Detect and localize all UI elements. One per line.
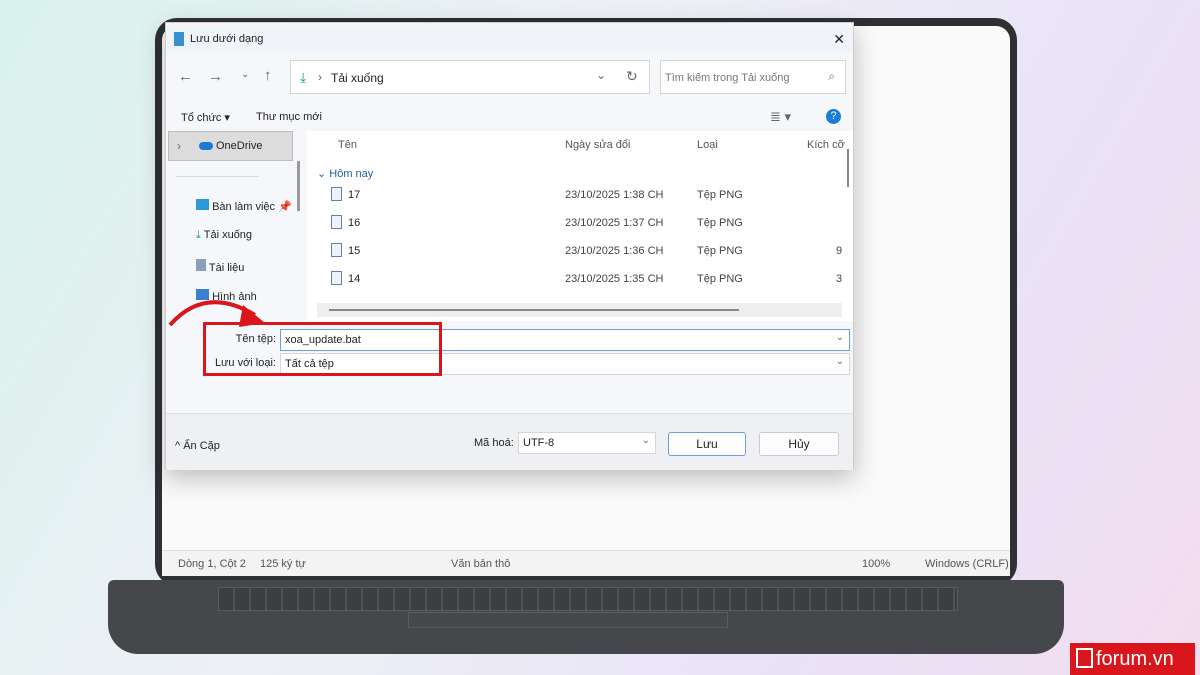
close-icon[interactable]: ✕ bbox=[833, 25, 845, 53]
desktop-icon bbox=[196, 199, 209, 210]
png-file-icon bbox=[331, 215, 342, 229]
file-type: Tệp PNG bbox=[697, 189, 743, 201]
up-icon[interactable]: ↑ bbox=[264, 67, 272, 84]
brand-logo: forum.vn bbox=[1070, 643, 1195, 675]
file-size: 9 bbox=[836, 245, 843, 257]
notepad-icon bbox=[174, 32, 184, 46]
group-label: Hôm nay bbox=[329, 168, 374, 180]
vertical-scrollbar[interactable] bbox=[847, 149, 849, 187]
horizontal-scrollbar[interactable] bbox=[317, 303, 842, 317]
path-dropdown-icon[interactable]: ⌄ bbox=[596, 68, 606, 82]
address-bar[interactable]: ⤓ › Tải xuống ⌄ ↻ bbox=[290, 60, 650, 94]
hide-folders-label: Ẩn Cặp bbox=[183, 440, 220, 452]
encoding-value: UTF-8 bbox=[523, 437, 555, 449]
nav-scrollbar[interactable] bbox=[297, 161, 300, 211]
file-type: Tệp PNG bbox=[697, 273, 743, 285]
sidebar-item-label: Tải xuống bbox=[203, 229, 253, 241]
column-headers: Tên Ngày sửa đổi Loại Kích cỡ bbox=[307, 131, 853, 159]
file-name: 17 bbox=[348, 189, 361, 201]
organize-label: Tổ chức bbox=[181, 112, 222, 124]
zoom-level[interactable]: 100% bbox=[862, 558, 890, 570]
file-name: 14 bbox=[348, 273, 361, 285]
divider bbox=[176, 176, 259, 177]
line-ending[interactable]: Windows (CRLF) bbox=[925, 558, 1009, 570]
file-row[interactable]: 16 23/10/2025 1:37 CH Tệp PNG bbox=[307, 211, 847, 235]
organize-menu[interactable]: Tổ chức ▾ bbox=[181, 111, 230, 124]
save-button[interactable]: Lưu bbox=[668, 432, 746, 456]
file-date: 23/10/2025 1:37 CH bbox=[565, 217, 664, 229]
file-list: Tên Ngày sửa đổi Loại Kích cỡ ⌄ Hôm nay … bbox=[307, 131, 853, 321]
forward-icon[interactable]: → bbox=[208, 68, 223, 85]
file-type: Tệp PNG bbox=[697, 217, 743, 229]
file-name: 15 bbox=[348, 245, 361, 257]
sidebar-item-desktop[interactable]: Bàn làm việc 📌 bbox=[196, 199, 296, 213]
column-size[interactable]: Kích cỡ bbox=[807, 139, 847, 151]
file-row[interactable]: 14 23/10/2025 1:35 CH Tệp PNG 3 bbox=[307, 267, 847, 291]
download-icon: ⤓ bbox=[300, 69, 307, 85]
refresh-icon[interactable]: ↻ bbox=[626, 68, 638, 85]
sidebar-item-label: Tài liệu bbox=[208, 262, 245, 274]
file-row[interactable]: 15 23/10/2025 1:36 CH Tệp PNG 9 bbox=[307, 239, 847, 263]
png-file-icon bbox=[331, 271, 342, 285]
cursor-position: Dòng 1, Cột 2 bbox=[178, 558, 246, 570]
column-type[interactable]: Loại bbox=[697, 139, 718, 151]
pin-icon: 📌 bbox=[278, 201, 292, 213]
expand-chevron-icon[interactable]: › bbox=[177, 139, 181, 153]
title-bar: Lưu dưới dạng ✕ bbox=[166, 25, 853, 53]
annotation-arrow bbox=[168, 300, 265, 327]
png-file-icon bbox=[331, 187, 342, 201]
sidebar-item-downloads[interactable]: ⤓ Tải xuống bbox=[196, 229, 296, 242]
file-type: Tệp PNG bbox=[697, 245, 743, 257]
chevron-down-icon[interactable]: ⌄ bbox=[836, 332, 844, 343]
file-date: 23/10/2025 1:36 CH bbox=[565, 245, 664, 257]
status-bar: Dòng 1, Cột 2 125 ký tự Văn bản thô 100%… bbox=[162, 550, 1010, 576]
file-size: 3 bbox=[836, 273, 843, 285]
search-input[interactable]: Tìm kiếm trong Tải xuống ⌕ bbox=[660, 60, 846, 94]
save-as-dialog: Lưu dưới dạng ✕ ← → ⌄ ↑ ⤓ › Tải xuống ⌄ … bbox=[165, 22, 854, 470]
search-icon[interactable]: ⌕ bbox=[828, 69, 835, 84]
encoding-select[interactable]: UTF-8 ⌄ bbox=[518, 432, 656, 454]
cancel-button[interactable]: Hủy bbox=[759, 432, 839, 456]
touchpad bbox=[408, 612, 728, 628]
recent-chevron-icon[interactable]: ⌄ bbox=[241, 69, 249, 80]
breadcrumb-chevron-icon: › bbox=[318, 70, 322, 84]
column-name[interactable]: Tên bbox=[338, 139, 357, 151]
hide-folders-toggle[interactable]: ^ Ẩn Cặp bbox=[175, 440, 220, 452]
document-icon bbox=[196, 259, 206, 271]
png-file-icon bbox=[331, 243, 342, 257]
view-options-icon[interactable]: ≣ ▾ bbox=[770, 109, 791, 125]
dialog-title: Lưu dưới dạng bbox=[190, 33, 264, 45]
encoding-label: Mã hoá: bbox=[474, 437, 514, 449]
help-icon[interactable]: ? bbox=[826, 109, 841, 124]
chevron-down-icon[interactable]: ⌄ bbox=[642, 435, 650, 446]
search-placeholder: Tìm kiếm trong Tải xuống bbox=[665, 72, 790, 84]
sidebar-item-label: OneDrive bbox=[216, 140, 263, 152]
format: Văn bản thô bbox=[451, 558, 511, 570]
chevron-down-icon[interactable]: ⌄ bbox=[836, 356, 844, 367]
sidebar-item-label: Bàn làm việc bbox=[212, 201, 276, 213]
back-icon[interactable]: ← bbox=[178, 68, 193, 85]
file-name: 16 bbox=[348, 217, 361, 229]
keyboard bbox=[218, 587, 958, 611]
char-count: 125 ký tự bbox=[260, 558, 306, 570]
group-header[interactable]: ⌄ Hôm nay bbox=[317, 167, 373, 180]
file-row[interactable]: 17 23/10/2025 1:38 CH Tệp PNG bbox=[307, 183, 847, 207]
new-folder-button[interactable]: Thư mục mới bbox=[256, 111, 322, 123]
column-date[interactable]: Ngày sửa đổi bbox=[565, 139, 630, 151]
download-icon: ⤓ bbox=[196, 229, 201, 241]
file-date: 23/10/2025 1:35 CH bbox=[565, 273, 664, 285]
cloud-icon bbox=[199, 142, 213, 150]
sidebar-item-documents[interactable]: Tài liệu bbox=[196, 259, 296, 274]
breadcrumb-path[interactable]: Tải xuống bbox=[331, 71, 384, 85]
dialog-footer: ^ Ẩn Cặp Mã hoá: UTF-8 ⌄ Lưu Hủy bbox=[166, 413, 853, 470]
sidebar-item-onedrive[interactable]: › OneDrive bbox=[168, 131, 293, 161]
logo-text: forum.vn bbox=[1096, 648, 1174, 670]
file-date: 23/10/2025 1:38 CH bbox=[565, 189, 664, 201]
